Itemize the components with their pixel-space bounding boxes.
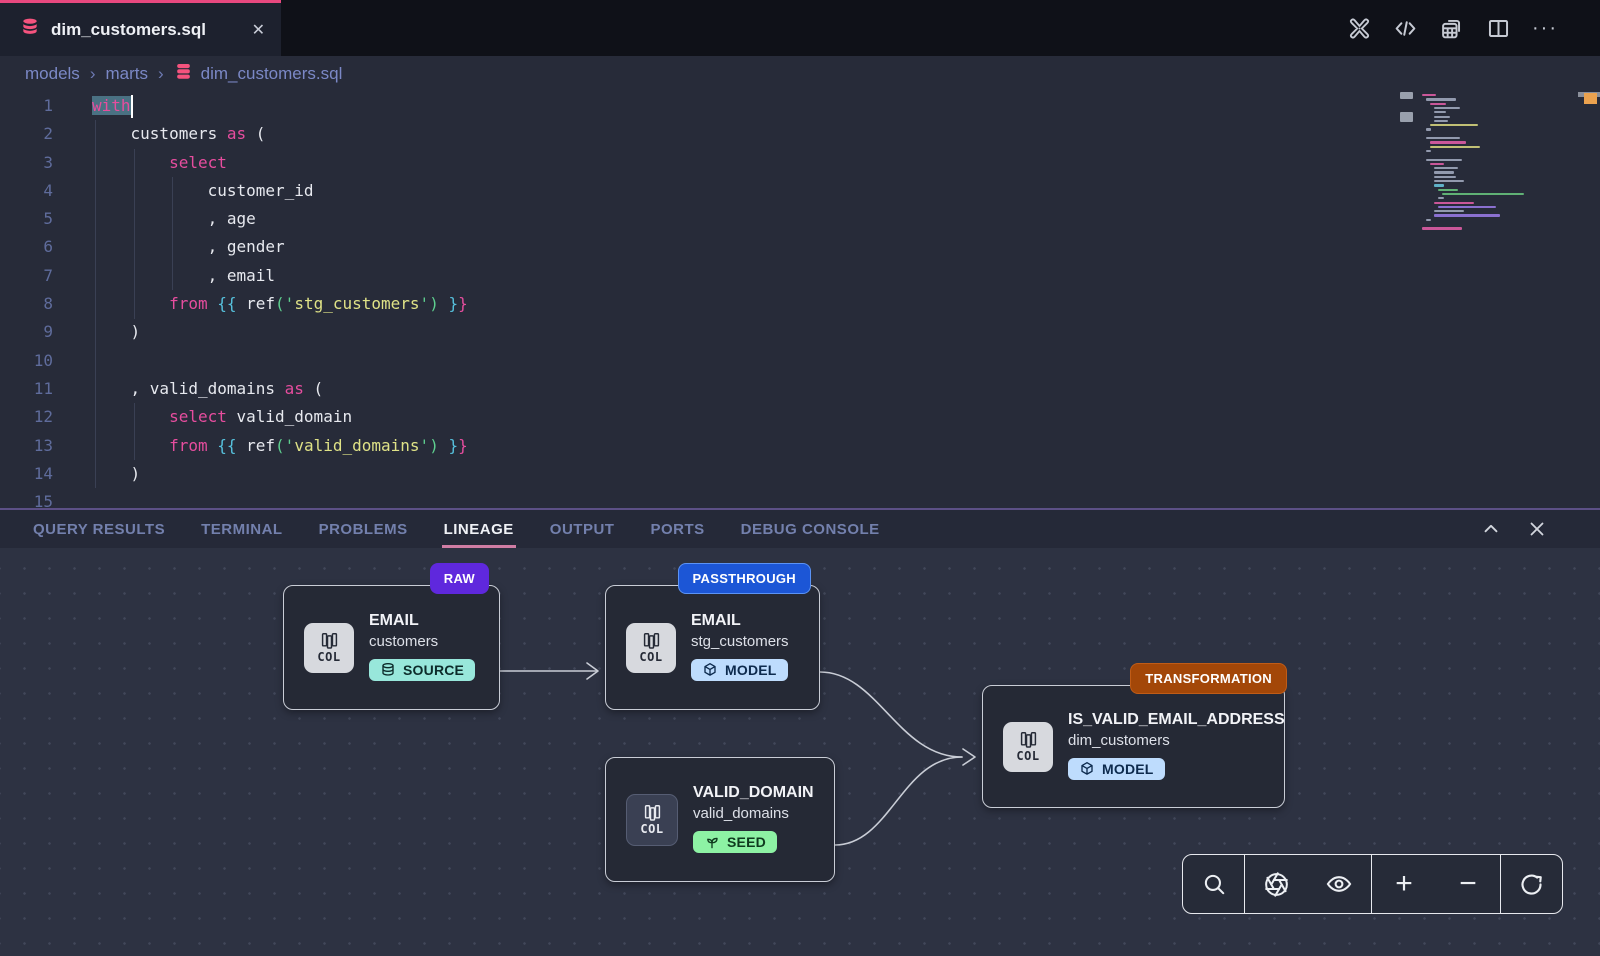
node-column-name: EMAIL — [691, 612, 789, 630]
node-column-name: VALID_DOMAIN — [693, 784, 814, 802]
tab-ports[interactable]: PORTS — [650, 510, 704, 548]
node-model-name: customers — [369, 633, 475, 650]
lineage-node-customers[interactable]: RAW COL EMAIL customers SOURCE — [283, 585, 500, 710]
aperture-icon[interactable] — [1263, 871, 1290, 898]
node-column-name: EMAIL — [369, 612, 475, 630]
overview-mark — [1400, 112, 1413, 122]
lineage-node-stg-customers[interactable]: PASSTHROUGH COL EMAIL stg_customers MODE… — [605, 585, 820, 710]
close-icon[interactable]: ✕ — [252, 20, 265, 40]
database-icon — [380, 662, 396, 678]
gutter: 123456789101112131415 — [0, 92, 53, 508]
modified-marker — [1584, 93, 1597, 104]
chevron-right-icon: › — [158, 64, 164, 84]
lineage-canvas[interactable]: RAW COL EMAIL customers SOURCE PASSTHROU… — [0, 548, 1600, 956]
breadcrumb-segment-marts[interactable]: marts — [105, 64, 148, 84]
cube-icon — [702, 662, 718, 678]
chevron-right-icon: › — [90, 64, 96, 84]
panel-actions — [1480, 518, 1600, 540]
bottom-panel-header: QUERY RESULTS TERMINAL PROBLEMS LINEAGE … — [0, 508, 1600, 548]
editor-tab-bar: dim_customers.sql ✕ — [0, 0, 1600, 56]
tab-problems[interactable]: PROBLEMS — [319, 510, 408, 548]
node-model-name: valid_domains — [693, 805, 814, 822]
col-label: COL — [1016, 749, 1039, 763]
split-editor-icon[interactable] — [1486, 16, 1511, 41]
eye-icon[interactable] — [1325, 870, 1353, 898]
more-icon[interactable]: ··· — [1532, 18, 1558, 38]
panel-tabs: QUERY RESULTS TERMINAL PROBLEMS LINEAGE … — [0, 510, 880, 548]
tab-label: dim_customers.sql — [51, 20, 206, 40]
seedling-icon — [704, 834, 720, 850]
breadcrumb: models › marts › dim_customers.sql — [0, 56, 1600, 92]
code-icon[interactable] — [1393, 16, 1418, 41]
code-lines: with customers as ( select customer_id ,… — [92, 92, 468, 508]
node-column-name: IS_VALID_EMAIL_ADDRESS — [1068, 711, 1285, 729]
resource-badge-seed: SEED — [693, 831, 777, 853]
database-icon — [20, 17, 40, 42]
tab-lineage[interactable]: LINEAGE — [444, 510, 514, 548]
col-label: COL — [639, 650, 662, 664]
resource-badge-model: MODEL — [691, 659, 788, 681]
cube-icon — [1079, 761, 1095, 777]
zoom-out-icon[interactable]: − — [1459, 869, 1477, 899]
column-icon-box: COL — [626, 794, 678, 846]
status-badge-transformation: TRANSFORMATION — [1130, 663, 1287, 694]
refresh-icon[interactable] — [1518, 871, 1545, 898]
tab-output[interactable]: OUTPUT — [550, 510, 615, 548]
col-label: COL — [640, 822, 663, 836]
lineage-node-valid-domains[interactable]: COL VALID_DOMAIN valid_domains SEED — [605, 757, 835, 882]
tab-query-results[interactable]: QUERY RESULTS — [33, 510, 165, 548]
lineage-node-dim-customers[interactable]: TRANSFORMATION COL IS_VALID_EMAIL_ADDRES… — [982, 685, 1285, 808]
status-badge-passthrough: PASSTHROUGH — [678, 563, 811, 594]
resource-badge-source: SOURCE — [369, 659, 475, 681]
dbt-logo-icon[interactable] — [1347, 16, 1372, 41]
lineage-toolbar: + − — [1182, 854, 1563, 914]
code-editor[interactable]: 123456789101112131415 with customers as … — [0, 92, 1600, 508]
close-icon[interactable] — [1526, 518, 1548, 540]
node-model-name: dim_customers — [1068, 732, 1285, 749]
column-icon-box: COL — [626, 623, 676, 673]
minimap-scrollbar[interactable] — [1578, 92, 1600, 102]
chevron-up-icon[interactable] — [1480, 518, 1502, 540]
copy-table-icon[interactable] — [1439, 15, 1465, 41]
tab-debug-console[interactable]: DEBUG CONSOLE — [741, 510, 880, 548]
database-icon — [174, 62, 193, 86]
overview-mark — [1400, 92, 1413, 99]
minimap[interactable] — [1422, 94, 1572, 354]
tab-terminal[interactable]: TERMINAL — [201, 510, 283, 548]
text-cursor — [131, 95, 133, 118]
col-label: COL — [317, 650, 340, 664]
node-model-name: stg_customers — [691, 633, 789, 650]
column-icon-box: COL — [304, 623, 354, 673]
column-icon-box: COL — [1003, 722, 1053, 772]
zoom-in-icon[interactable]: + — [1395, 869, 1413, 899]
resource-badge-model: MODEL — [1068, 758, 1165, 780]
status-badge-raw: RAW — [430, 563, 489, 594]
tab-dim-customers[interactable]: dim_customers.sql ✕ — [0, 0, 281, 56]
editor-actions: ··· — [1347, 0, 1600, 56]
search-icon[interactable] — [1201, 871, 1227, 897]
breadcrumb-segment-models[interactable]: models — [25, 64, 80, 84]
breadcrumb-file[interactable]: dim_customers.sql — [174, 62, 343, 86]
